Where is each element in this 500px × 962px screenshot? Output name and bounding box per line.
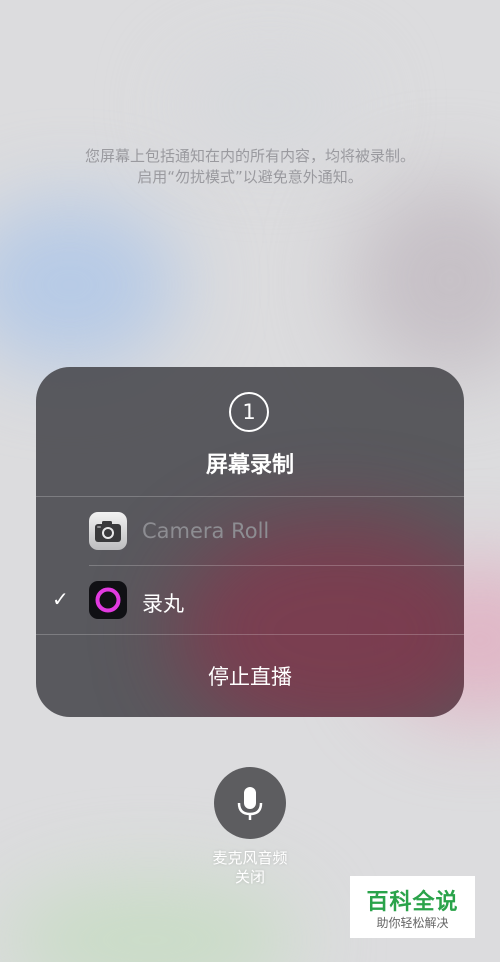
screen-recording-overlay: 您屏幕上包括通知在内的所有内容，均将被录制。 启用“勿扰模式”以避免意外通知。 … <box>0 0 500 962</box>
watermark-logo: 百科全说 助你轻松解决 <box>350 876 475 938</box>
divider <box>89 565 464 566</box>
record-countdown-icon: 1 <box>229 392 269 432</box>
microphone-label: 麦克风音频 关闭 <box>150 849 350 887</box>
screen-recording-panel: 1 屏幕录制 Camera Roll ✓ 录丸 停止直播 <box>36 367 464 717</box>
divider <box>36 496 464 497</box>
watermark-title: 百科全说 <box>366 890 459 915</box>
microphone-toggle[interactable] <box>214 767 286 839</box>
luwan-icon <box>89 581 127 619</box>
recording-notice: 您屏幕上包括通知在内的所有内容，均将被录制。 启用“勿扰模式”以避免意外通知。 <box>0 146 500 188</box>
app-option-label: 录丸 <box>142 592 184 616</box>
background-blur <box>180 60 360 150</box>
app-option-camera-roll[interactable]: Camera Roll <box>36 498 464 566</box>
notice-line-2: 启用“勿扰模式”以避免意外通知。 <box>137 168 363 186</box>
microphone-icon <box>237 787 263 820</box>
camera-icon <box>89 512 127 550</box>
microphone-title: 麦克风音频 <box>212 849 288 867</box>
app-option-luwan[interactable]: ✓ 录丸 <box>36 567 464 635</box>
microphone-status: 关闭 <box>234 868 265 886</box>
background-blur <box>0 880 300 962</box>
notice-line-1: 您屏幕上包括通知在内的所有内容，均将被录制。 <box>84 147 415 165</box>
panel-title: 屏幕录制 <box>205 453 294 478</box>
watermark-subtitle: 助你轻松解决 <box>376 916 449 930</box>
background-blur <box>0 200 180 370</box>
background-blur <box>350 180 500 380</box>
checkmark-icon: ✓ <box>52 587 69 611</box>
record-countdown-number: 1 <box>242 399 256 424</box>
stop-broadcast-button[interactable]: 停止直播 <box>36 635 464 717</box>
app-option-label: Camera Roll <box>142 519 270 543</box>
